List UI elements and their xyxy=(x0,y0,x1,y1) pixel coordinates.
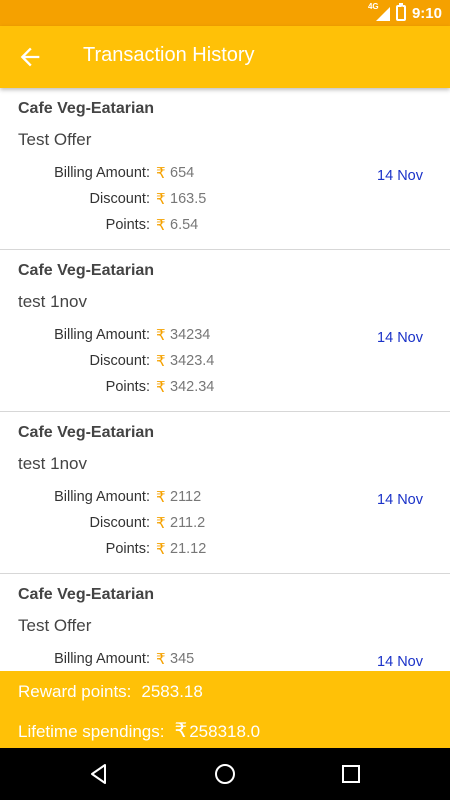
offer-name: test 1nov xyxy=(18,454,87,473)
nav-recents-button[interactable] xyxy=(339,762,363,786)
reward-points-row: Reward points: 2583.18 xyxy=(18,682,203,702)
reward-points-label: Reward points: xyxy=(18,682,132,701)
billing-label: Billing Amount: xyxy=(54,327,150,343)
signal-icon: 4G xyxy=(368,2,390,22)
billing-label: Billing Amount: xyxy=(54,165,150,181)
billing-row: Billing Amount: ₹ 345 xyxy=(0,646,300,666)
nav-home-button[interactable] xyxy=(213,762,237,786)
transaction-list[interactable]: Cafe Veg-Eatarian Test Offer Billing Amo… xyxy=(0,88,450,666)
shop-name: Cafe Veg-Eatarian xyxy=(18,100,155,117)
rupee-icon: ₹ xyxy=(156,651,166,666)
arrow-left-icon xyxy=(20,47,40,67)
rupee-icon: ₹ xyxy=(156,515,166,532)
transaction-card[interactable]: Cafe Veg-Eatarian test 1nov Billing Amou… xyxy=(0,250,450,412)
transaction-date: 14 Nov xyxy=(377,168,423,184)
billing-row: Billing Amount: ₹ 2112 xyxy=(0,484,300,510)
discount-row: Discount: ₹ 3423.4 xyxy=(0,348,300,374)
points-value: 6.54 xyxy=(170,217,199,233)
navigation-bar xyxy=(0,748,450,800)
points-value: 21.12 xyxy=(170,541,207,557)
clock: 9:10 xyxy=(411,4,442,22)
app-bar: Transaction History xyxy=(0,26,450,88)
reward-points-value: 2583.18 xyxy=(141,682,203,701)
lifetime-spendings-label: Lifetime spendings: xyxy=(18,722,165,741)
transaction-date: 14 Nov xyxy=(377,654,423,666)
nav-back-button[interactable] xyxy=(87,762,111,786)
points-label: Points: xyxy=(105,217,150,233)
transaction-card[interactable]: Cafe Veg-Eatarian Test Offer Billing Amo… xyxy=(0,574,450,666)
shop-name: Cafe Veg-Eatarian xyxy=(18,424,155,441)
summary-panel: Reward points: 2583.18 Lifetime spendings… xyxy=(0,671,450,748)
rupee-icon: ₹ xyxy=(156,165,166,182)
billing-value: 654 xyxy=(170,165,195,181)
discount-label: Discount: xyxy=(89,353,150,369)
offer-name: Test Offer xyxy=(18,616,92,635)
page-title: Transaction History xyxy=(83,44,255,66)
points-label: Points: xyxy=(105,541,150,557)
discount-value: 3423.4 xyxy=(170,353,215,369)
points-label: Points: xyxy=(105,379,150,395)
rupee-icon: ₹ xyxy=(156,353,166,370)
offer-name: Test Offer xyxy=(18,130,92,149)
status-icons: 4G 9:10 xyxy=(368,2,442,23)
discount-row: Discount: ₹ 163.5 xyxy=(0,186,300,212)
battery-icon xyxy=(395,3,406,21)
transaction-card[interactable]: Cafe Veg-Eatarian test 1nov Billing Amou… xyxy=(0,412,450,574)
transaction-date: 14 Nov xyxy=(377,330,423,346)
discount-value: 163.5 xyxy=(170,191,207,207)
billing-value: 345 xyxy=(170,651,195,666)
offer-name: test 1nov xyxy=(18,292,87,311)
rupee-icon: ₹ xyxy=(174,720,188,742)
shop-name: Cafe Veg-Eatarian xyxy=(18,586,155,603)
rupee-icon: ₹ xyxy=(156,191,166,208)
transaction-date: 14 Nov xyxy=(377,492,423,508)
billing-row: Billing Amount: ₹ 654 xyxy=(0,160,300,186)
billing-value: 2112 xyxy=(170,489,202,505)
discount-label: Discount: xyxy=(89,515,150,531)
circle-home-icon xyxy=(215,764,235,784)
billing-value: 34234 xyxy=(170,327,211,343)
square-recents-icon xyxy=(342,765,360,783)
discount-label: Discount: xyxy=(89,191,150,207)
transaction-card[interactable]: Cafe Veg-Eatarian Test Offer Billing Amo… xyxy=(0,88,450,250)
lifetime-spendings-value: 258318.0 xyxy=(189,722,261,741)
rupee-icon: ₹ xyxy=(156,379,166,396)
points-row: Points: ₹ 6.54 xyxy=(0,212,300,238)
rupee-icon: ₹ xyxy=(156,489,166,506)
status-bar: 4G 9:10 xyxy=(0,0,450,26)
back-button[interactable] xyxy=(16,43,44,71)
billing-row: Billing Amount: ₹ 34234 xyxy=(0,322,300,348)
points-value: 342.34 xyxy=(170,379,215,395)
billing-label: Billing Amount: xyxy=(54,651,150,666)
rupee-icon: ₹ xyxy=(156,217,166,234)
points-row: Points: ₹ 21.12 xyxy=(0,536,300,562)
shop-name: Cafe Veg-Eatarian xyxy=(18,262,155,279)
lifetime-spendings-row: Lifetime spendings: ₹258318.0 xyxy=(18,718,260,743)
points-row: Points: ₹ 342.34 xyxy=(0,374,300,400)
triangle-back-icon xyxy=(91,764,106,784)
discount-row: Discount: ₹ 211.2 xyxy=(0,510,300,536)
billing-label: Billing Amount: xyxy=(54,489,150,505)
rupee-icon: ₹ xyxy=(156,541,166,558)
rupee-icon: ₹ xyxy=(156,327,166,344)
discount-value: 211.2 xyxy=(170,515,206,531)
